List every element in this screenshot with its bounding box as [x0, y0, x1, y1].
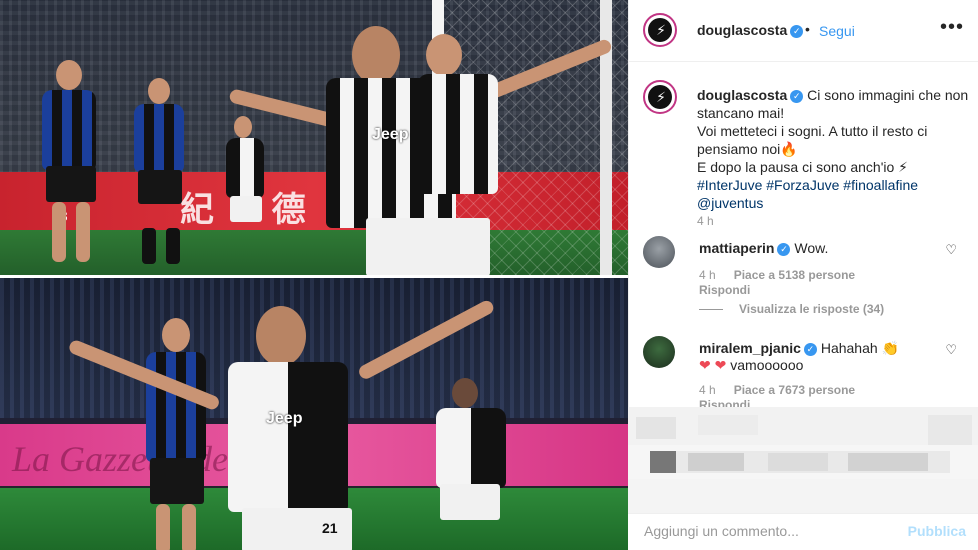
caption-username[interactable]: douglascosta ✓	[697, 87, 804, 103]
comment-body: mattiaperin ✓ Wow.	[699, 240, 949, 257]
post-header: ⚡ douglascosta ✓ • Segui •••	[629, 0, 978, 62]
comment-username[interactable]: mattiaperin ✓	[699, 240, 791, 256]
comment-meta: 4 h Piace a 5138 persone	[699, 268, 855, 282]
verified-icon: ✓	[777, 243, 791, 256]
view-replies-button[interactable]: Visualizza le risposte (34)	[699, 302, 884, 316]
photo-panel-top: 紀 S 德 33	[0, 0, 628, 276]
caption-hashtags[interactable]: #InterJuve #ForzaJuve #finoallafine	[697, 176, 969, 194]
verified-icon: ✓	[790, 25, 804, 38]
verified-icon: ✓	[803, 343, 817, 356]
follow-button[interactable]: Segui	[819, 23, 855, 39]
post-timestamp: 4 h	[697, 214, 714, 228]
reply-button[interactable]: Rispondi	[699, 283, 750, 297]
post-username[interactable]: douglascosta ✓	[697, 22, 804, 38]
separator-dot: •	[805, 21, 810, 37]
comment-body: miralem_pjanic ✓ Hahahah 👏 ❤ ❤ vamoooooo	[699, 340, 949, 374]
heart-emoji-icon: ❤ ❤	[699, 357, 727, 373]
caption-text: douglascosta ✓ Ci sono immagini che non s…	[697, 86, 969, 212]
add-comment-bar: Aggiungi un commento... Pubblica	[628, 513, 978, 550]
comment-likes[interactable]: Piace a 7673 persone	[734, 383, 855, 397]
like-heart-icon[interactable]: ♡	[945, 342, 957, 358]
more-options-icon[interactable]: •••	[940, 16, 964, 39]
comment-timestamp: 4 h	[699, 383, 716, 397]
caption-line: Voi metteteci i sogni. A tutto il resto …	[697, 123, 928, 157]
avatar[interactable]	[643, 236, 675, 268]
reply-button[interactable]: Rispondi	[699, 398, 750, 407]
comment-likes[interactable]: Piace a 5138 persone	[734, 268, 855, 282]
lightning-icon: ⚡	[656, 22, 666, 38]
like-heart-icon[interactable]: ♡	[945, 242, 957, 258]
comment-meta: 4 h Piace a 7673 persone	[699, 383, 855, 397]
comment-text: Hahahah 👏	[820, 340, 899, 356]
comment-text: Wow.	[794, 240, 829, 256]
avatar[interactable]: ⚡	[643, 80, 677, 114]
comment-input[interactable]: Aggiungi un commento...	[644, 523, 799, 539]
avatar[interactable]: ⚡	[643, 13, 677, 47]
publish-button[interactable]: Pubblica	[908, 523, 966, 539]
comment-timestamp: 4 h	[699, 268, 716, 282]
lightning-icon: ⚡	[656, 89, 666, 105]
comment-text: vamoooooo	[730, 357, 804, 373]
verified-icon: ✓	[790, 90, 804, 103]
post-image[interactable]: 紀 S 德 33	[0, 0, 628, 550]
photo-panel-bottom: La Gazzetta dello Jeep 21	[0, 278, 628, 550]
comment-username[interactable]: miralem_pjanic ✓	[699, 340, 817, 356]
caption-line: E dopo la pausa ci sono anch'io ⚡	[697, 159, 908, 175]
avatar[interactable]	[643, 336, 675, 368]
caption-mention[interactable]: @juventus	[697, 194, 969, 212]
blurred-overlay	[628, 407, 978, 513]
